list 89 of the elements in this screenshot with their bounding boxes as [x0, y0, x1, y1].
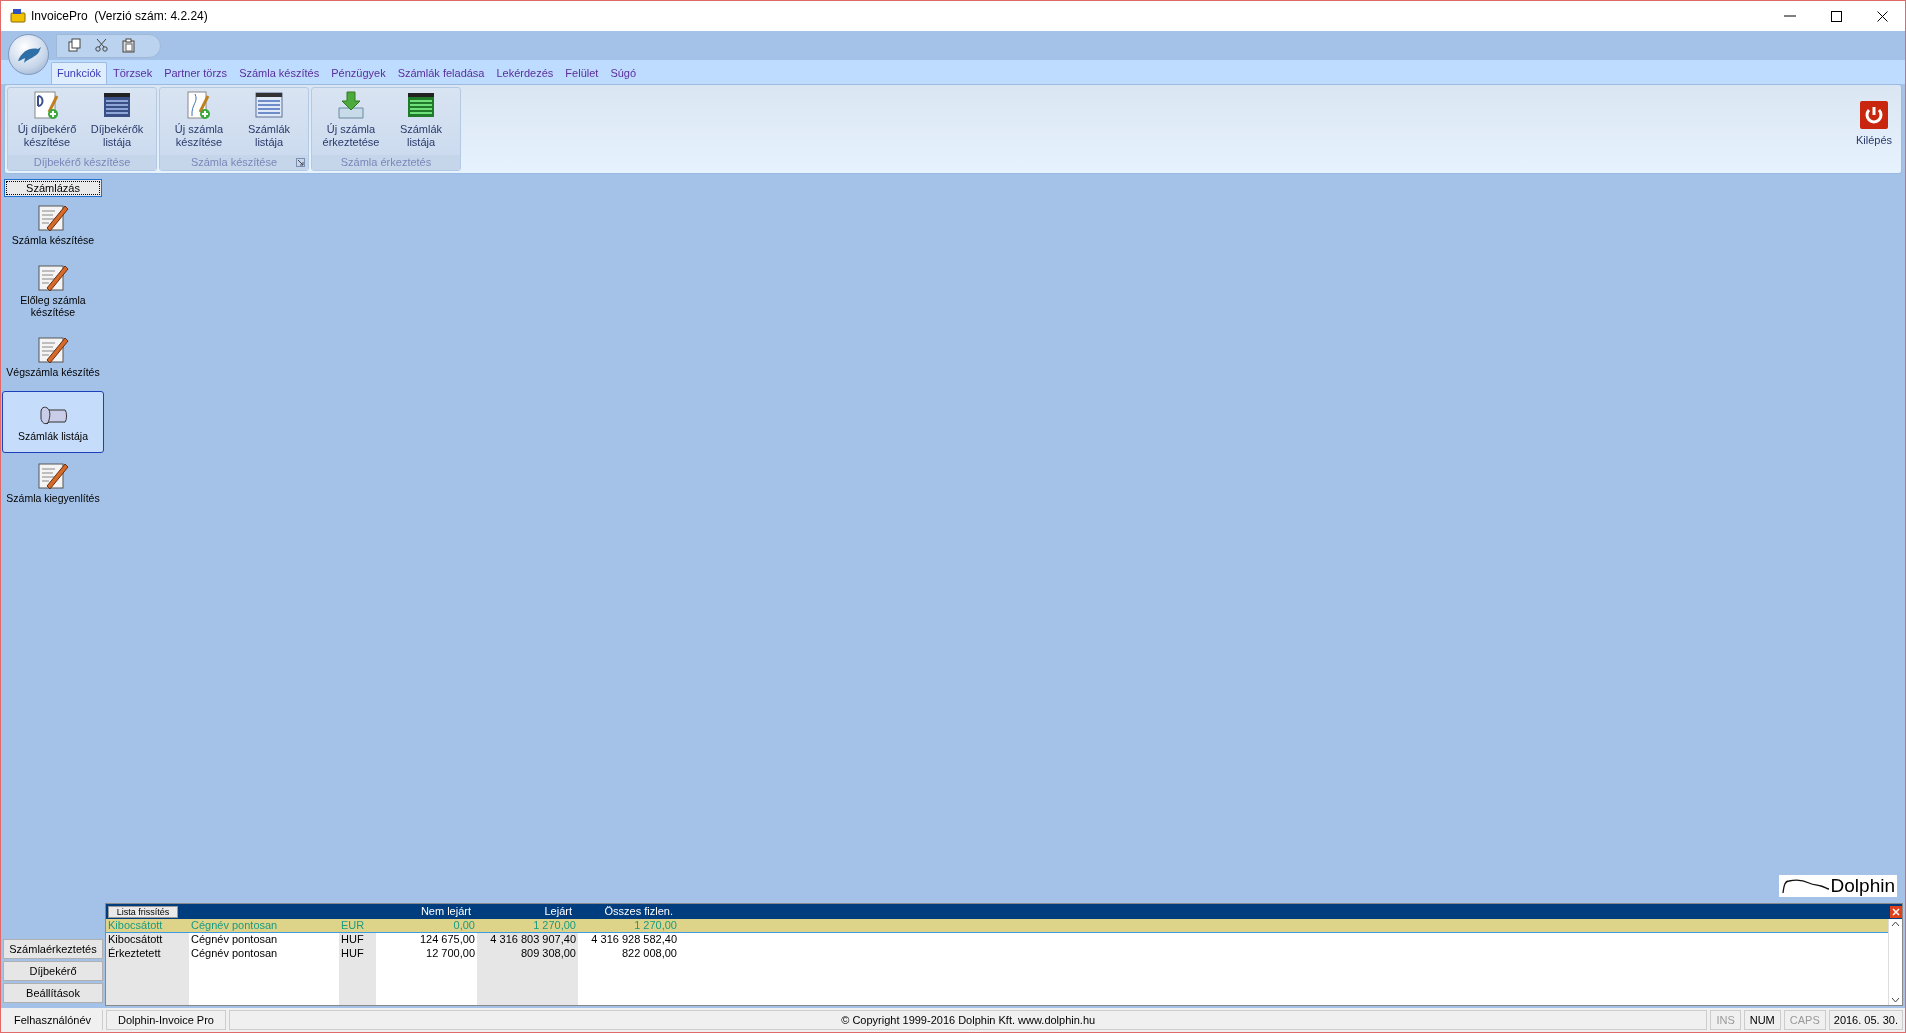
column-header: Összes fizlen.	[603, 904, 674, 920]
table-cell-text: EUR	[340, 918, 366, 934]
exit-button[interactable]: Kilépés	[1849, 87, 1899, 171]
copy-icon	[67, 38, 82, 53]
column-header: Nem lejárt	[419, 904, 472, 920]
ribbon-button[interactable]: Új számla készítése	[164, 90, 234, 155]
ribbon-tab[interactable]: Felület	[559, 62, 605, 84]
sidebar-item[interactable]: Számla kiegyenlítés	[2, 457, 104, 507]
ribbon-group-label: Számla készítése	[190, 155, 278, 171]
key-indicator: NUM	[1743, 1010, 1781, 1030]
status-date: 2016. 05. 30.	[1828, 1010, 1903, 1030]
ribbon-button[interactable]: Díjbekérők listája	[82, 90, 152, 155]
table-cell-text: HUF	[340, 932, 365, 948]
list-icon	[253, 90, 285, 120]
section-button[interactable]: Beállítások	[3, 983, 103, 1003]
minimize-icon	[1784, 15, 1796, 17]
sidebar-item[interactable]: Előleg számla készítése	[2, 259, 104, 321]
key-indicator: CAPS	[1783, 1010, 1826, 1030]
ribbon-tab[interactable]: Funkciók	[51, 62, 108, 84]
scissors-button[interactable]	[94, 38, 109, 53]
section-button[interactable]: Számlaérkeztetés	[3, 939, 103, 959]
table-cell-text: 809 308,00	[519, 946, 577, 962]
table-cell-text: Cégnév pontosan	[190, 918, 279, 934]
maximize-icon	[1830, 10, 1842, 22]
chevron-up-icon	[1891, 921, 1900, 927]
list-icon	[101, 90, 133, 120]
ribbon-tab[interactable]: Lekérdezés	[490, 62, 560, 84]
table-cell-text: Kibocsátott	[107, 918, 164, 934]
table-cell-text: 4 316 928 582,40	[590, 932, 678, 948]
ribbon-tab[interactable]: Számlák feladása	[391, 62, 491, 84]
ribbon-tab[interactable]: Pénzügyek	[325, 62, 392, 84]
app-icon	[9, 8, 27, 24]
document-pen-icon	[37, 202, 69, 232]
dolphin-icon	[15, 44, 42, 65]
scissors-icon	[94, 38, 109, 53]
status-app-name: Dolphin-Invoice Pro	[106, 1010, 226, 1030]
sidebar-item[interactable]: Végszámla készítés	[2, 331, 104, 381]
table-cell-text: 12 700,00	[425, 946, 476, 962]
table-cell-text: 4 316 803 907,40	[489, 932, 577, 948]
table-cell-text: 124 675,00	[418, 932, 476, 948]
sidebar-item[interactable]: Számlák listája	[2, 391, 104, 453]
section-header-button[interactable]: Számlázás	[4, 179, 102, 197]
tray-download-icon	[335, 90, 367, 120]
table-cell-text: Cégnév pontosan	[190, 932, 279, 948]
table-row[interactable]: Kibocsátott Cégnév pontosan HUF 124 675,00 4 316 803 907,40 4 316 928 582,40	[106, 933, 1888, 947]
list-icon	[405, 90, 437, 120]
table-cell-text: Kibocsátott	[107, 932, 164, 947]
window-title: InvoicePro (Verzió szám: 4.2.24)	[31, 8, 208, 25]
ribbon-button[interactable]: Új díjbekérő készítése	[12, 90, 82, 155]
ribbon-tab[interactable]: Törzsek	[107, 62, 159, 84]
dolphin-outline-icon	[1780, 877, 1831, 895]
chevron-down-icon	[1891, 997, 1900, 1003]
status-user: Felhasználónév	[3, 1010, 103, 1030]
copy-button[interactable]	[67, 38, 82, 53]
ribbon-button[interactable]: Számlák listája	[234, 90, 304, 155]
copyright-text: © Copyright 1999-2016 Dolphin Kft. www.dolphin.hu	[229, 1010, 1708, 1030]
ribbon-group-label: Számla érkeztetés	[340, 155, 432, 171]
ribbon-tab[interactable]: Partner törzs	[158, 62, 234, 84]
document-pen-icon	[37, 262, 69, 292]
table-cell-text: Érkeztetett	[107, 946, 162, 962]
ribbon-button[interactable]: Számlák listája	[386, 90, 456, 155]
document-pen-icon	[37, 334, 69, 364]
ribbon-button[interactable]: Új számla érkeztetése	[316, 90, 386, 155]
power-icon	[1860, 101, 1888, 129]
arrow-icon	[297, 159, 304, 166]
close-icon	[1892, 907, 1900, 916]
dialog-launcher-button[interactable]	[296, 158, 305, 167]
table-cell-text: Cégnév pontosan	[190, 946, 279, 962]
table-cell-text: 0,00	[452, 918, 476, 934]
refresh-button[interactable]: Lista frissítés	[108, 905, 178, 918]
table-cell-text: HUF	[340, 946, 365, 962]
ribbon-group-label: Díjbekérő készítése	[33, 155, 131, 171]
close-icon	[1876, 10, 1888, 22]
sidebar-item[interactable]: Számla készítése	[2, 199, 104, 249]
column-header: Lejárt	[543, 904, 573, 920]
table-cell-text: 1 270,00	[532, 918, 577, 934]
close-button[interactable]	[1890, 905, 1902, 918]
section-button[interactable]: Díjbekérő	[3, 961, 103, 981]
scrollbar[interactable]	[1888, 919, 1902, 1005]
logo-text: Dolphin	[1830, 876, 1895, 896]
table-cell-text: 822 008,00	[620, 946, 678, 962]
ribbon-tab[interactable]: Súgó	[604, 62, 643, 84]
table-cell-text: 1 270,00	[633, 918, 678, 934]
key-indicator: INS	[1710, 1010, 1741, 1030]
clipboard-icon	[121, 38, 136, 53]
ribbon-tab[interactable]: Számla készítés	[233, 62, 326, 84]
document-pen-icon	[37, 460, 69, 490]
clipboard-button[interactable]	[121, 38, 136, 53]
table-row[interactable]: Érkeztetett Cégnév pontosan HUF 12 700,00 809 308,00 822 008,00	[106, 947, 1888, 961]
